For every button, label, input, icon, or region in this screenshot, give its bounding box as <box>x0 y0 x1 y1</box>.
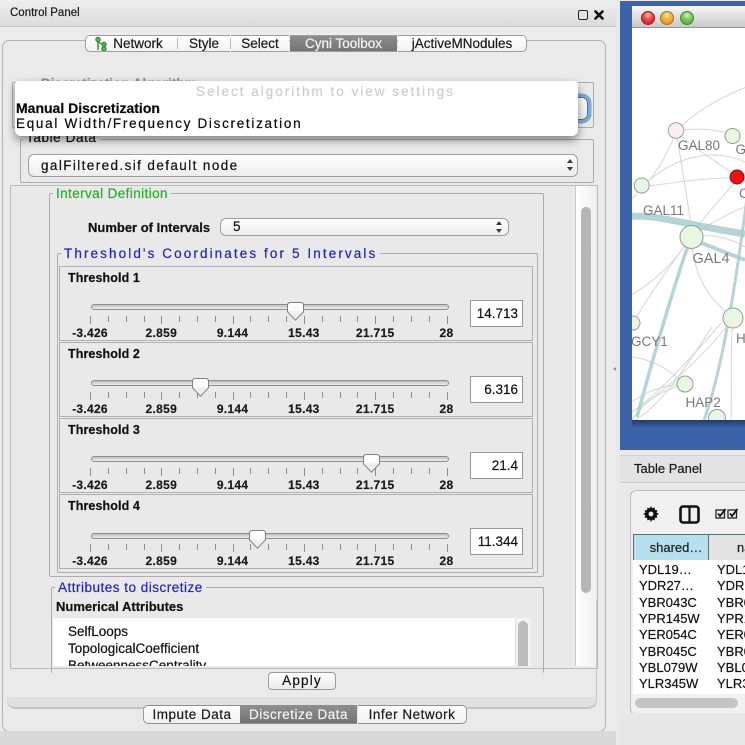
svg-text:C: C <box>739 186 745 201</box>
svg-text:GAL80: GAL80 <box>678 138 720 153</box>
svg-text:H: H <box>736 331 745 346</box>
svg-text:GCY1: GCY1 <box>632 334 668 349</box>
svg-text:GAL11: GAL11 <box>643 203 684 218</box>
svg-text:HAP2: HAP2 <box>686 395 721 410</box>
svg-text:GAL4: GAL4 <box>693 251 730 267</box>
svg-text:GA: GA <box>736 142 745 157</box>
